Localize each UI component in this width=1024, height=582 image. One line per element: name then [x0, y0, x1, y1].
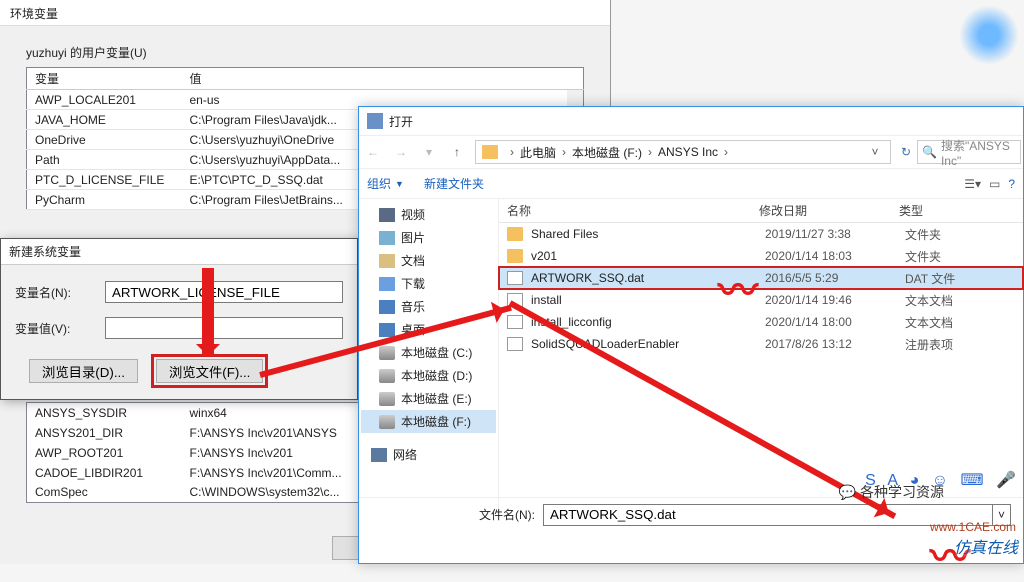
navigation-pane[interactable]: 视频 图片 文档 下载 音乐 桌面 本地磁盘 (C:) 本地磁盘 (D:) 本地… [359, 199, 499, 519]
chevron-right-icon[interactable]: › [562, 145, 566, 159]
nav-network[interactable]: 网络 [361, 443, 496, 466]
documents-icon [379, 254, 395, 268]
nav-disk-e[interactable]: 本地磁盘 (E:) [361, 387, 496, 410]
col-name[interactable]: 名称 [499, 202, 759, 219]
desktop-icon [379, 323, 395, 337]
browse-directory-button[interactable]: 浏览目录(D)... [29, 359, 138, 383]
filename-input[interactable] [543, 504, 993, 526]
env-dialog-title: 环境变量 [0, 0, 610, 26]
folder-icon [507, 249, 523, 263]
bc-disk[interactable]: 本地磁盘 (F:) [572, 144, 642, 161]
col-variable[interactable]: 变量 [27, 68, 182, 90]
open-dialog-title: 打开 [389, 113, 413, 130]
nav-videos[interactable]: 视频 [361, 203, 496, 226]
scrollbar[interactable] [567, 68, 584, 90]
chevron-right-icon[interactable]: › [724, 145, 728, 159]
nav-recent-button[interactable]: ▾ [415, 138, 443, 166]
col-type[interactable]: 类型 [899, 202, 1023, 219]
site-url-watermark: www.1CAE.com [930, 520, 1016, 534]
chevron-right-icon[interactable]: › [510, 145, 514, 159]
list-item-selected[interactable]: ARTWORK_SSQ.dat2016/5/5 5:29DAT 文件 [499, 267, 1023, 289]
network-icon [371, 448, 387, 462]
nav-disk-f[interactable]: 本地磁盘 (F:) [361, 410, 496, 433]
nav-documents[interactable]: 文档 [361, 249, 496, 272]
folder-icon [507, 227, 523, 241]
annotation-squiggle: 〰 [718, 258, 758, 316]
downloads-icon [379, 277, 395, 291]
bc-folder[interactable]: ANSYS Inc [658, 145, 718, 159]
list-item[interactable]: install_licconfig2020/1/14 18:00文本文档 [499, 311, 1023, 333]
filename-label: 文件名(N): [479, 506, 535, 523]
col-value[interactable]: 值 [182, 68, 568, 90]
search-input[interactable]: 🔍 搜索"ANSYS Inc" [917, 140, 1021, 164]
file-icon [507, 337, 523, 351]
file-icon [507, 271, 523, 285]
breadcrumb-dropdown[interactable]: ˅ [866, 145, 884, 159]
bc-pc[interactable]: 此电脑 [520, 144, 556, 161]
address-bar: ← → ▾ ↑ › 此电脑 › 本地磁盘 (F:) › ANSYS Inc › … [359, 135, 1023, 169]
help-button[interactable]: ? [1008, 177, 1015, 191]
nav-up-button[interactable]: ↑ [443, 138, 471, 166]
nav-disk-d[interactable]: 本地磁盘 (D:) [361, 364, 496, 387]
background-logo [954, 0, 1024, 70]
preview-pane-button[interactable]: ▭ [989, 177, 1000, 191]
list-item[interactable]: install2020/1/14 19:46文本文档 [499, 289, 1023, 311]
disk-icon [379, 415, 395, 429]
search-icon: 🔍 [922, 145, 937, 159]
site-watermark: 仿真在线 [954, 534, 1018, 558]
list-item[interactable]: v2012020/1/14 18:03文件夹 [499, 245, 1023, 267]
var-value-label: 变量值(V): [15, 320, 105, 337]
nav-back-button[interactable]: ← [359, 138, 387, 166]
pictures-icon [379, 231, 395, 245]
video-icon [379, 208, 395, 222]
disk-icon [379, 346, 395, 360]
disk-icon [379, 392, 395, 406]
newvar-title: 新建系统变量 [1, 239, 357, 265]
var-name-input[interactable] [105, 281, 343, 303]
breadcrumb[interactable]: › 此电脑 › 本地磁盘 (F:) › ANSYS Inc › ˅ [475, 140, 891, 164]
view-options-button[interactable]: ☰▾ [964, 177, 981, 191]
refresh-button[interactable]: ↻ [895, 145, 917, 159]
nav-pictures[interactable]: 图片 [361, 226, 496, 249]
music-icon [379, 300, 395, 314]
wechat-watermark: 💬 各种学习资源 [839, 482, 944, 502]
user-vars-label: yuzhuyi 的用户变量(U) [26, 44, 584, 61]
chevron-down-icon: ▼ [395, 179, 404, 189]
new-system-variable-dialog: 新建系统变量 变量名(N): 变量值(V): 浏览目录(D)... 浏览文件(F… [0, 238, 358, 400]
folder-icon [482, 145, 498, 159]
annotation-arrow [202, 268, 214, 356]
disk-icon [379, 369, 395, 383]
dialog-icon [367, 113, 383, 129]
list-item[interactable]: Shared Files2019/11/27 3:38文件夹 [499, 223, 1023, 245]
organize-menu[interactable]: 组织▼ [367, 175, 404, 192]
var-name-label: 变量名(N): [15, 284, 105, 301]
chevron-right-icon[interactable]: › [648, 145, 652, 159]
new-folder-button[interactable]: 新建文件夹 [424, 175, 484, 192]
col-date[interactable]: 修改日期 [759, 202, 899, 219]
nav-downloads[interactable]: 下载 [361, 272, 496, 295]
var-value-input[interactable] [105, 317, 343, 339]
nav-forward-button[interactable]: → [387, 138, 415, 166]
